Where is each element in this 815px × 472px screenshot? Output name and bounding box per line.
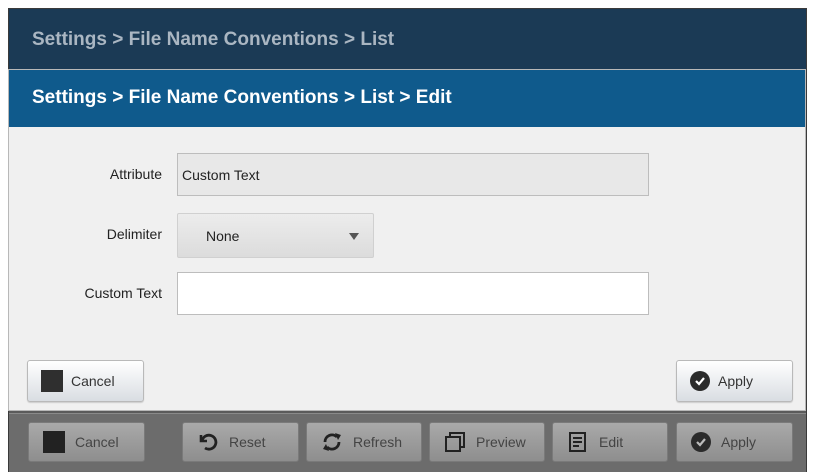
dialog-cancel-label: Cancel [71,373,115,389]
check-circle-icon [690,371,710,391]
refresh-icon [321,431,343,453]
toolbar-reset-label: Reset [229,434,266,450]
custom-text-input[interactable] [177,272,649,315]
stop-square-icon [43,431,65,453]
toolbar-cancel-button[interactable]: Cancel [28,422,145,462]
bottom-toolbar: Cancel Reset Refresh Preview Edit Apply [9,413,806,472]
stop-square-icon [41,370,63,392]
reset-icon [197,431,219,453]
dialog-breadcrumb: Settings > File Name Conventions > List … [9,70,805,127]
toolbar-edit-label: Edit [599,434,624,450]
preview-icon [444,431,466,453]
custom-text-label: Custom Text [84,285,162,301]
delimiter-select[interactable]: None [177,213,374,258]
chevron-down-icon [349,233,359,240]
delimiter-label: Delimiter [106,226,162,242]
toolbar-apply-label: Apply [721,434,757,450]
toolbar-preview-button[interactable]: Preview [429,422,545,462]
toolbar-cancel-label: Cancel [75,434,119,450]
toolbar-apply-button[interactable]: Apply [676,422,793,462]
toolbar-refresh-button[interactable]: Refresh [306,422,422,462]
attribute-label: Attribute [109,166,162,182]
attribute-value-field: Custom Text [177,153,649,196]
toolbar-reset-button[interactable]: Reset [182,422,299,462]
toolbar-preview-label: Preview [476,434,526,450]
edit-icon [567,431,589,453]
page-margin [807,8,815,472]
dialog-apply-button[interactable]: Apply [676,360,793,402]
outer-breadcrumb: Settings > File Name Conventions > List [9,9,806,69]
toolbar-edit-button[interactable]: Edit [552,422,668,462]
dialog-apply-label: Apply [718,373,754,389]
check-circle-icon [691,432,711,452]
edit-dialog: Settings > File Name Conventions > List … [8,69,806,411]
toolbar-refresh-label: Refresh [353,434,403,450]
dialog-cancel-button[interactable]: Cancel [27,360,144,402]
delimiter-selected-value: None [206,228,240,244]
